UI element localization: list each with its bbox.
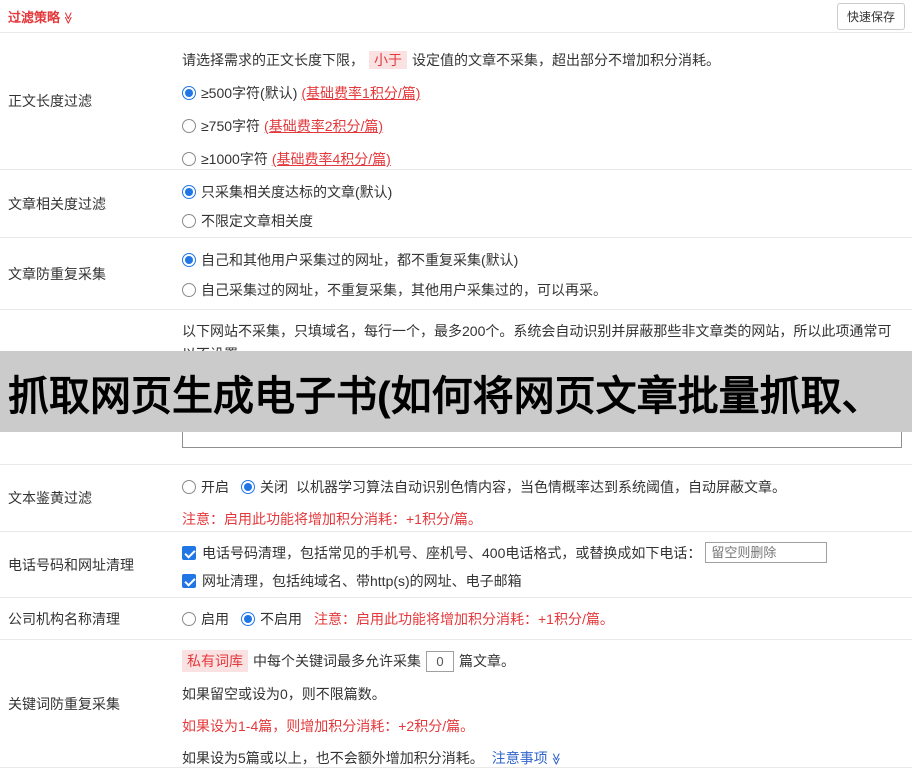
checkbox-icon[interactable] (182, 574, 196, 588)
notes-link[interactable]: 注意事项≫ (492, 748, 563, 768)
toolbar: 过滤策略≫ 快速保存 (0, 0, 912, 33)
radio-icon[interactable] (182, 185, 196, 199)
radio-option-dedup-all-users[interactable]: 自己和其他用户采集过的网址，都不重复采集(默认) (182, 250, 902, 270)
option-label: 电话号码清理，包括常见的手机号、座机号、400电话格式，或替换成如下电话： (202, 544, 702, 561)
radio-option-750-chars[interactable]: ≥750字符 (基础费率2积分/篇) (182, 116, 902, 136)
porn-filter-label: 文本鉴黄过滤 (8, 490, 92, 506)
radio-option-porn-off[interactable]: 关闭 (241, 477, 288, 497)
option-label: 网址清理，包括纯域名、带http(s)的网址、电子邮箱 (202, 573, 522, 589)
checkbox-icon[interactable] (182, 545, 196, 560)
length-filter-intro: 请选择需求的正文长度下限， 小于 设定值的文章不采集，超出部分不增加积分消耗。 (182, 49, 902, 71)
radio-option-1000-chars[interactable]: ≥1000字符 (基础费率4积分/篇) (182, 149, 902, 169)
radio-option-company-disable[interactable]: 不启用 (241, 609, 302, 629)
intro-text-pre: 请选择需求的正文长度下限， (182, 52, 364, 68)
phone-url-clean-label: 电话号码和网址清理 (8, 556, 134, 573)
option-label: 不限定文章相关度 (201, 213, 313, 229)
option-label: 启用 (201, 611, 229, 627)
intro-text-post: 设定值的文章不采集，超出部分不增加积分消耗。 (412, 52, 720, 68)
radio-option-500-chars[interactable]: ≥500字符(默认) (基础费率1积分/篇) (182, 83, 902, 103)
option-rate-note: (基础费率4积分/篇) (271, 151, 391, 167)
porn-filter-description: 以机器学习算法自动识别色情内容，当色情概率达到系统阈值，自动屏蔽文章。 (296, 479, 786, 495)
company-clean-label: 公司机构名称清理 (8, 610, 120, 627)
row-relevance-filter: 文章相关度过滤 只采集相关度达标的文章(默认) 不限定文章相关度 (0, 170, 912, 238)
keyword-dedup-line4: 如果设为5篇或以上，也不会额外增加积分消耗。 (182, 750, 484, 766)
radio-icon[interactable] (182, 283, 196, 297)
option-label: ≥750字符 (201, 118, 261, 134)
option-label: 关闭 (260, 479, 288, 495)
option-label: 开启 (201, 479, 229, 495)
checkbox-phone-clean[interactable]: 电话号码清理，包括常见的手机号、座机号、400电话格式，或替换成如下电话： (182, 543, 701, 563)
notes-link-text: 注意事项 (491, 750, 548, 766)
checkbox-url-clean[interactable]: 网址清理，包括纯域名、带http(s)的网址、电子邮箱 (182, 571, 522, 591)
radio-icon[interactable] (182, 612, 196, 626)
porn-filter-warning: 注意：启用此功能将增加积分消耗：+1积分/篇。 (182, 511, 482, 527)
company-clean-warning: 注意：启用此功能将增加积分消耗：+1积分/篇。 (314, 611, 614, 627)
row-keyword-dedup: 关键词防重复采集 私有词库 中每个关键词最多允许采集 篇文章。 如果留空或设为0… (0, 640, 912, 768)
option-rate-note: (基础费率2积分/篇) (264, 118, 384, 134)
radio-icon[interactable] (182, 152, 196, 166)
radio-icon[interactable] (182, 480, 196, 494)
keyword-dedup-line1-post: 篇文章。 (459, 653, 515, 669)
chevron-down-icon: ≫ (61, 11, 76, 24)
option-rate-note: (基础费率1积分/篇) (301, 85, 421, 101)
highlight-private-lexicon: 私有词库 (182, 650, 248, 672)
keyword-dedup-warning: 如果设为1-4篇，则增加积分消耗：+2积分/篇。 (182, 718, 475, 734)
keyword-dedup-label: 关键词防重复采集 (8, 695, 120, 712)
keyword-dedup-line2: 如果留空或设为0，则不限篇数。 (182, 686, 386, 702)
radio-icon[interactable] (241, 480, 255, 494)
row-phone-url-clean: 电话号码和网址清理 电话号码清理，包括常见的手机号、座机号、400电话格式，或替… (0, 532, 912, 598)
option-label: ≥500字符(默认) (201, 85, 298, 101)
dedup-filter-label: 文章防重复采集 (8, 265, 106, 282)
radio-icon[interactable] (182, 86, 196, 100)
option-label: 只采集相关度达标的文章(默认) (201, 184, 393, 200)
radio-option-relevance-only[interactable]: 只采集相关度达标的文章(默认) (182, 182, 902, 202)
highlight-less-than: 小于 (369, 51, 407, 69)
length-filter-label: 正文长度过滤 (8, 93, 92, 109)
option-label: 自己和其他用户采集过的网址，都不重复采集(默认) (201, 252, 519, 268)
row-dedup-filter: 文章防重复采集 自己和其他用户采集过的网址，都不重复采集(默认) 自己采集过的网… (0, 238, 912, 310)
row-porn-filter: 文本鉴黄过滤 开启 关闭 以机器学习算法自动识别色情内容，当色情概率达到系统阈值… (0, 465, 912, 532)
watermark-overlay: 抓取网页生成电子书(如何将网页文章批量抓取、 (0, 351, 912, 432)
keyword-dedup-line1-mid: 中每个关键词最多允许采集 (253, 653, 421, 669)
watermark-text: 抓取网页生成电子书(如何将网页文章批量抓取、 (8, 372, 883, 419)
replacement-phone-input[interactable] (705, 542, 828, 563)
radio-option-dedup-self-only[interactable]: 自己采集过的网址，不重复采集，其他用户采集过的，可以再采。 (182, 280, 902, 300)
option-label: 不启用 (260, 611, 302, 627)
row-length-filter: 正文长度过滤 请选择需求的正文长度下限， 小于 设定值的文章不采集，超出部分不增加积… (0, 33, 912, 170)
radio-icon[interactable] (241, 612, 255, 626)
radio-option-company-enable[interactable]: 启用 (182, 609, 229, 629)
radio-icon[interactable] (182, 119, 196, 133)
chevron-down-icon: ≫ (549, 752, 564, 766)
page-title-filter-strategy[interactable]: 过滤策略≫ (8, 7, 75, 26)
radio-icon[interactable] (182, 253, 196, 267)
page-title-text: 过滤策略 (8, 9, 61, 25)
radio-option-relevance-any[interactable]: 不限定文章相关度 (182, 211, 902, 231)
max-articles-count-input[interactable] (426, 650, 454, 672)
quick-save-button[interactable]: 快速保存 (836, 2, 905, 30)
relevance-filter-label: 文章相关度过滤 (8, 195, 106, 212)
row-company-clean: 公司机构名称清理 启用 不启用 注意：启用此功能将增加积分消耗：+1积分/篇。 (0, 598, 912, 640)
radio-icon[interactable] (182, 214, 196, 228)
option-label: ≥1000字符 (201, 151, 268, 167)
option-label: 自己采集过的网址，不重复采集，其他用户采集过的，可以再采。 (201, 282, 607, 298)
radio-option-porn-on[interactable]: 开启 (182, 477, 229, 497)
